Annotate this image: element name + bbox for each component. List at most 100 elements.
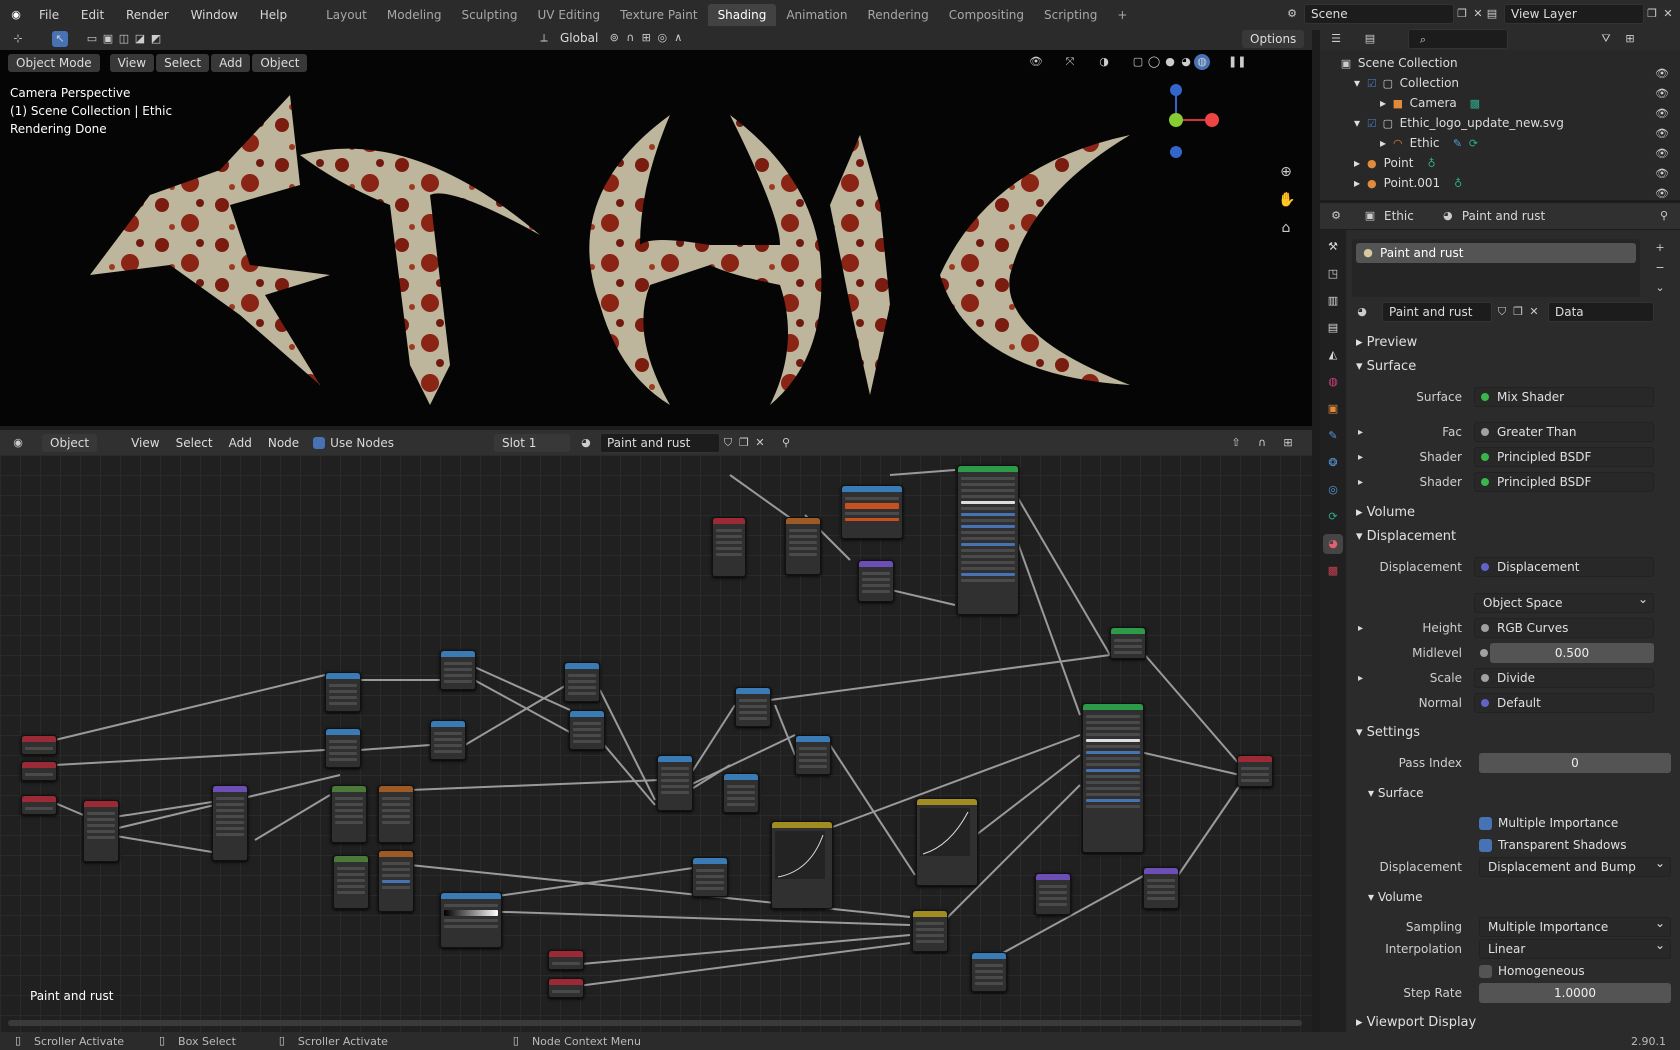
rgb-curves-node[interactable] (916, 798, 978, 886)
navigation-gizmo[interactable] (1162, 80, 1234, 160)
modifier-tab-icon[interactable]: ✎ (1323, 426, 1343, 446)
snap-icon[interactable]: ∩ (1254, 435, 1270, 451)
material-name-field[interactable]: Paint and rust (599, 433, 720, 453)
tab-uv-editing[interactable]: UV Editing (528, 4, 611, 26)
options-dropdown[interactable]: Options (1242, 30, 1305, 48)
shader-node[interactable] (712, 517, 746, 577)
checkbox-icon[interactable]: ☑ (1364, 116, 1380, 132)
tab-sculpting[interactable]: Sculpting (451, 4, 527, 26)
menu-help[interactable]: Help (251, 8, 296, 22)
texture-tab-icon[interactable]: ▩ (1323, 561, 1343, 581)
view-layer-tab-icon[interactable]: ▤ (1323, 318, 1343, 338)
data-tab-icon[interactable]: ⟳ (1323, 507, 1343, 527)
outliner-item-camera[interactable]: ▸ ■ Camera ▩ (1320, 93, 1680, 113)
xray-icon[interactable]: ▢ (1130, 54, 1146, 70)
section-settings-surface[interactable]: ▾ Surface (1346, 782, 1680, 804)
checkbox-icon[interactable]: ☑ (1364, 76, 1380, 92)
camera-view-icon[interactable]: ⌂ (1278, 220, 1294, 236)
falloff-icon[interactable]: ∧ (670, 30, 686, 46)
particles-tab-icon[interactable]: ❂ (1323, 453, 1343, 473)
menu-edit[interactable]: Edit (72, 8, 113, 22)
outliner-item-ethic[interactable]: ▸ ◠ Ethic ✎ ⟳ (1320, 133, 1680, 153)
parent-node-tree-icon[interactable]: ⇧ (1228, 435, 1244, 451)
section-viewport-display[interactable]: ▸ Viewport Display (1346, 1012, 1680, 1034)
proportional-edit-icon[interactable]: ◎ (654, 30, 670, 46)
scene-tab-icon[interactable]: ◭ (1323, 345, 1343, 365)
section-settings-volume[interactable]: ▾ Volume (1346, 886, 1680, 908)
texture-node[interactable] (723, 773, 759, 813)
node-editor-canvas[interactable]: Paint and rust (0, 455, 1312, 1032)
outliner-search-input[interactable]: ⌕ (1408, 29, 1508, 49)
tab-modeling[interactable]: Modeling (377, 4, 452, 26)
remove-slot-icon[interactable]: − (1652, 260, 1668, 276)
principled-bsdf-node[interactable] (957, 465, 1019, 615)
eye-icon[interactable]: 👁 (1654, 86, 1670, 102)
use-nodes-checkbox[interactable]: Use Nodes (313, 436, 394, 450)
multiple-importance-checkbox[interactable]: Multiple Importance (1479, 816, 1618, 830)
slot-menu-icon[interactable]: ⌄ (1652, 280, 1668, 296)
shader-field-1[interactable]: Principled BSDF (1474, 447, 1654, 467)
mapping-node[interactable] (212, 785, 248, 861)
select-box-icon[interactable]: ▭ (84, 31, 100, 47)
viewport-menu-object[interactable]: Object (252, 54, 308, 72)
mode-dropdown[interactable]: Object Mode (8, 54, 100, 72)
menu-render[interactable]: Render (117, 8, 178, 22)
eye-icon[interactable]: 👁 (1654, 186, 1670, 202)
shader-node[interactable] (785, 517, 821, 575)
select-tool-icon[interactable]: ↖ (52, 31, 68, 47)
y-axis-icon[interactable] (1169, 113, 1183, 127)
3d-viewport[interactable]: Camera Perspective (1) Scene Collection … (0, 50, 1312, 426)
view-layer-icon[interactable]: ▤ (1484, 6, 1500, 22)
blender-logo-icon[interactable]: ◉ (8, 7, 24, 23)
texture-node[interactable] (325, 728, 361, 768)
new-collection-icon[interactable]: ⊞ (1622, 31, 1638, 47)
outliner-item-point-001[interactable]: ▸ ● Point.001 ♁ (1320, 173, 1680, 193)
eye-icon[interactable]: 👁 (1654, 126, 1670, 142)
object-tab-icon[interactable]: ▣ (1323, 399, 1343, 419)
mix-shader-node[interactable] (1110, 627, 1146, 659)
solid-shading-icon[interactable]: ● (1162, 54, 1178, 70)
material-shading-icon[interactable]: ◕ (1178, 54, 1194, 70)
fake-user-icon[interactable]: ⛉ (720, 435, 736, 451)
principled-bsdf-node[interactable] (1082, 703, 1144, 853)
outliner-item-collection[interactable]: ▾ ☑ ▢ Collection (1320, 73, 1680, 93)
fac-field[interactable]: Greater Than (1474, 422, 1654, 442)
duplicate-icon[interactable]: ❐ (1510, 304, 1526, 320)
input-node[interactable] (83, 800, 119, 862)
duplicate-icon[interactable]: ❐ (736, 435, 752, 451)
editor-type-icon[interactable]: ◉ (10, 435, 26, 451)
view-layer-field[interactable]: View Layer (1504, 4, 1644, 24)
select-extend-icon[interactable]: ▣ (100, 31, 116, 47)
expand-icon[interactable]: ▸ (1358, 477, 1363, 488)
neg-z-axis-icon[interactable] (1170, 146, 1182, 158)
pan-hand-icon[interactable]: ✋ (1278, 192, 1295, 208)
surface-shader-field[interactable]: Mix Shader (1474, 387, 1654, 407)
physics-tab-icon[interactable]: ◎ (1323, 480, 1343, 500)
midlevel-slider[interactable]: 0.500 (1490, 643, 1654, 663)
add-workspace-icon[interactable]: + (1107, 4, 1137, 26)
eye-icon[interactable]: 👁 (1654, 66, 1670, 82)
slot-dropdown[interactable]: Slot 1 (493, 434, 570, 452)
world-tab-icon[interactable]: ◍ (1323, 372, 1343, 392)
visibility-icon[interactable]: 👁 (1028, 54, 1044, 70)
filter-icon[interactable]: ⛛ (1598, 31, 1614, 47)
displacement-method-dropdown[interactable]: Displacement and Bump (1479, 854, 1671, 877)
select-subtract-icon[interactable]: ◫ (116, 31, 132, 47)
vector-node[interactable] (569, 710, 605, 750)
snap-target-icon[interactable]: ⊞ (638, 30, 654, 46)
z-axis-icon[interactable] (1170, 84, 1182, 96)
pause-render-icon[interactable]: ❚❚ (1228, 54, 1246, 70)
normal-field[interactable]: Default (1474, 693, 1654, 713)
eye-icon[interactable]: 👁 (1654, 106, 1670, 122)
interpolation-dropdown[interactable]: Linear (1479, 936, 1671, 959)
section-volume[interactable]: ▸ Volume (1346, 502, 1680, 524)
math-node[interactable] (657, 755, 693, 811)
snap-node-icon[interactable]: ⊞ (1280, 435, 1296, 451)
section-displacement[interactable]: ▾ Displacement (1346, 526, 1680, 548)
input-node[interactable] (548, 978, 584, 998)
texture-node[interactable] (378, 850, 414, 912)
tab-scripting[interactable]: Scripting (1034, 4, 1107, 26)
tab-compositing[interactable]: Compositing (939, 4, 1034, 26)
texture-node[interactable] (971, 952, 1007, 992)
add-slot-icon[interactable]: + (1652, 240, 1668, 256)
